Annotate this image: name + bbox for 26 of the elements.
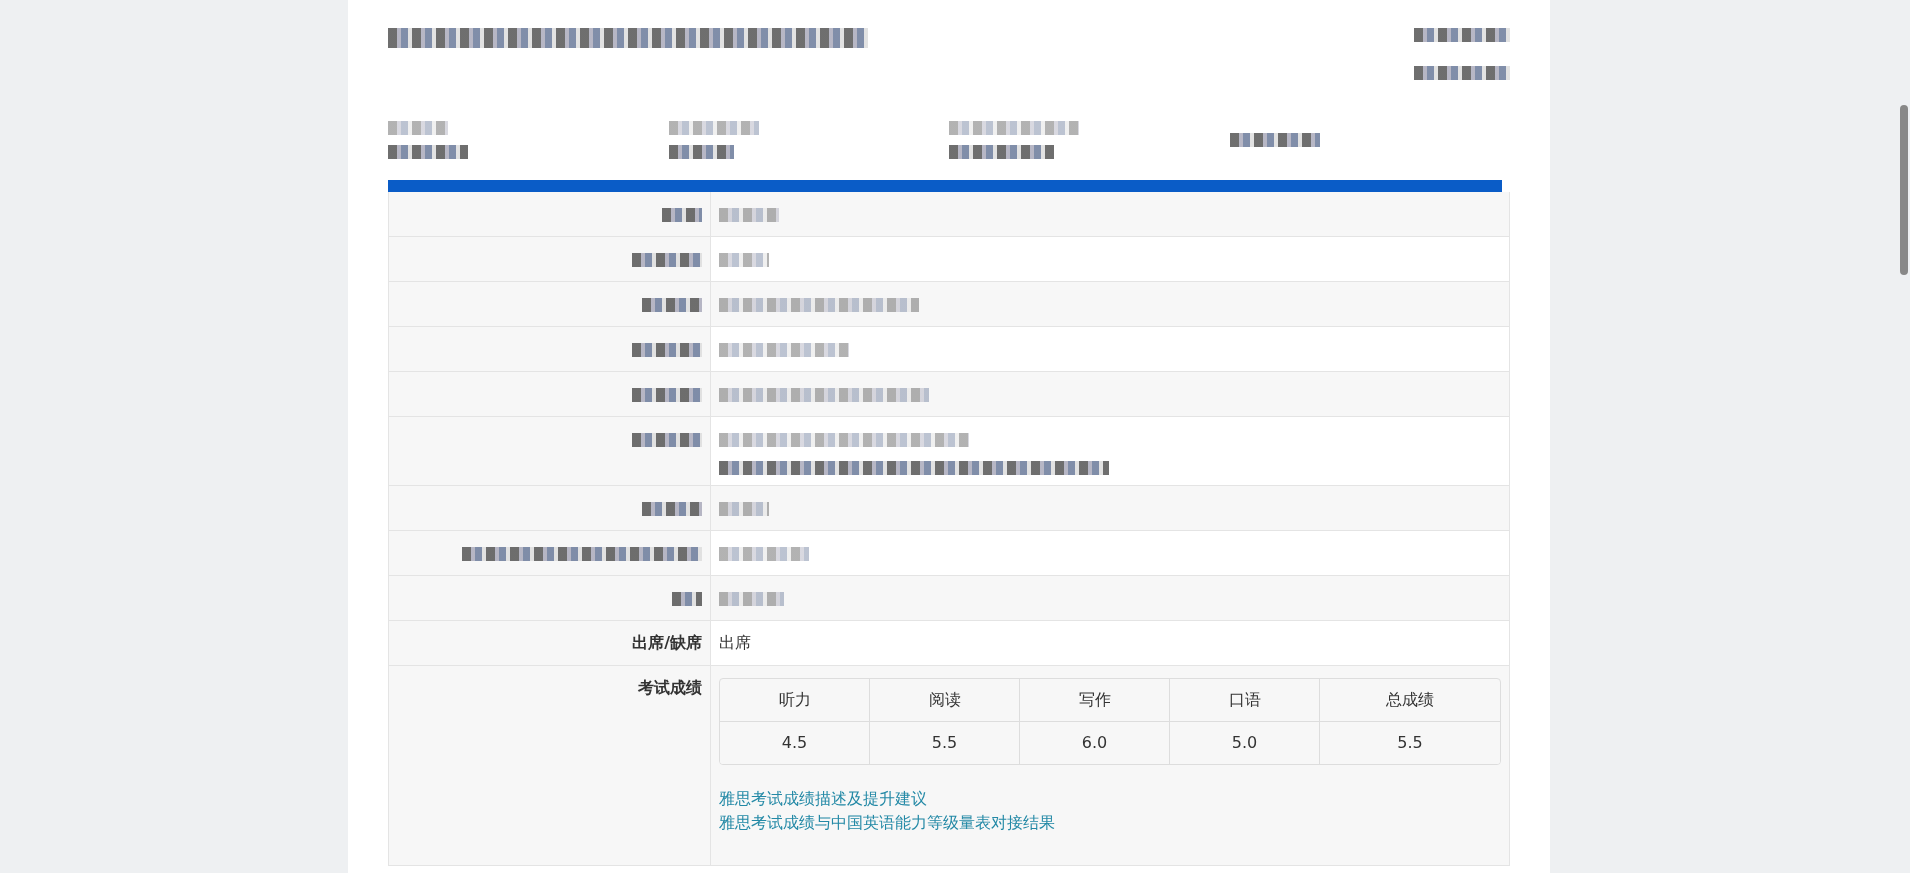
info-link[interactable]: 雅思考试成绩描述及提升建议	[719, 787, 927, 811]
score-cell: 5.0	[1170, 722, 1320, 764]
score-cell: 4.5	[720, 722, 870, 764]
field-label: 考试成绩	[638, 678, 702, 697]
pixelated-text	[719, 252, 769, 267]
score-cell: 5.5	[870, 722, 1020, 764]
pixelated-text	[632, 387, 702, 402]
pixelated-text	[662, 207, 702, 222]
score-cell-text: 5.5	[1396, 732, 1424, 754]
scrollbar-thumb[interactable]	[1900, 105, 1908, 275]
field-label: 出席/缺席	[632, 633, 702, 652]
pixelated-text	[719, 501, 769, 516]
pixelated-text	[642, 297, 702, 312]
pixelated-text	[668, 145, 734, 159]
pixelated-text	[632, 342, 702, 357]
pixelated-text	[632, 252, 702, 267]
info-link[interactable]: 雅思考试成绩与中国英语能力等级量表对接结果	[719, 811, 1055, 835]
score-cell: 6.0	[1020, 722, 1170, 764]
column-header: 总成绩	[1385, 689, 1435, 711]
pixelated-text	[672, 591, 702, 606]
field-value: 出席	[719, 633, 751, 652]
pixelated-text	[632, 432, 702, 447]
pixelated-text	[719, 207, 779, 222]
pixelated-text	[719, 591, 784, 606]
pixelated-text	[642, 501, 702, 516]
pixelated-text	[388, 121, 448, 135]
